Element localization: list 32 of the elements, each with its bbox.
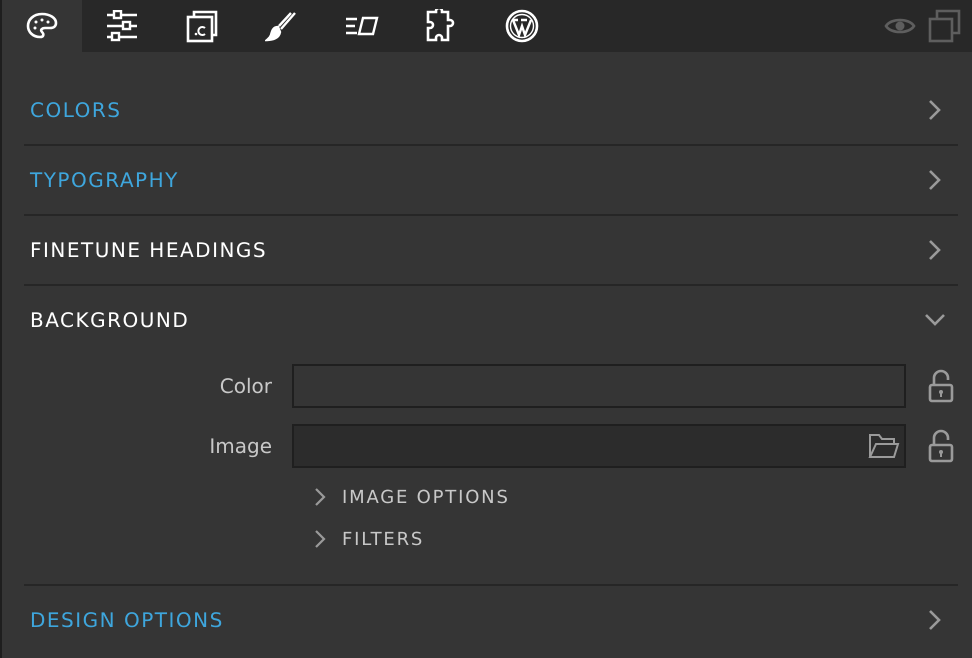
chevron-right-icon[interactable] (928, 609, 942, 631)
subsection-toggle[interactable]: FILTERS (314, 518, 424, 560)
section-header[interactable]: TYPOGRAPHY (24, 146, 958, 214)
folder-icon[interactable] (868, 433, 900, 459)
section-title: COLORS (30, 98, 122, 122)
wordpress-icon (505, 9, 539, 43)
section-title: BACKGROUND (30, 308, 190, 332)
unlock-icon[interactable] (928, 369, 954, 403)
brush-icon (265, 10, 299, 42)
section-title: TYPOGRAPHY (30, 168, 179, 192)
chevron-down-icon[interactable] (924, 313, 946, 327)
chevron-right-icon[interactable] (928, 169, 942, 191)
field-label: Image (208, 434, 273, 458)
css-file-icon (185, 9, 219, 43)
section-header[interactable]: BACKGROUND (24, 286, 958, 354)
palette-tab[interactable] (2, 0, 82, 52)
windows-icon[interactable] (928, 9, 962, 43)
input-field[interactable] (292, 424, 906, 468)
field-label: Color (218, 374, 273, 398)
eye-icon[interactable] (884, 16, 916, 36)
section-title: DESIGN OPTIONS (30, 608, 224, 632)
sliders-icon (105, 10, 139, 42)
section-header[interactable]: FINETUNE HEADINGS (24, 216, 958, 284)
unlock-icon[interactable] (928, 429, 954, 463)
section-title: FINETUNE HEADINGS (30, 238, 268, 262)
section-header[interactable]: DESIGN OPTIONS (24, 586, 958, 654)
palette-icon (25, 11, 59, 41)
section-header[interactable]: COLORS (24, 76, 958, 144)
lines-icon (345, 15, 379, 37)
chevron-right-icon[interactable] (928, 239, 942, 261)
chevron-right-icon[interactable] (928, 99, 942, 121)
subsection-toggle[interactable]: IMAGE OPTIONS (314, 476, 510, 518)
